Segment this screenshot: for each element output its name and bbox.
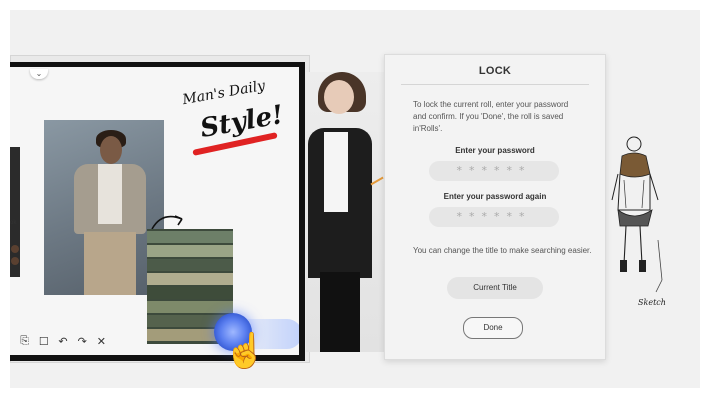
lock-dialog: LOCK To lock the current roll, enter you… [384,54,606,360]
thumbnail-dot [11,257,19,265]
man-head [100,136,122,164]
undo-icon[interactable]: ↶ [56,335,69,348]
pointing-hand-icon: ☝ [224,332,267,370]
password-confirm-field[interactable]: ****** [429,207,559,227]
redo-icon[interactable]: ↷ [76,335,89,348]
book-spine [147,287,233,299]
dialog-description: To lock the current roll, enter your pas… [413,100,569,133]
chevron-down-icon[interactable]: ⌄ [30,69,48,79]
man-shirt [98,164,122,224]
password-label: Enter your password [455,146,535,155]
title-note: You can change the title to make searchi… [413,246,592,255]
canvas-toolbar: ⎘ ☐ ↶ ↷ ✕ [14,332,108,350]
current-title-button[interactable]: Current Title [447,277,543,299]
close-icon[interactable]: ✕ [95,335,108,348]
woman-face [324,80,354,114]
fashion-sketch-illustration [611,136,663,293]
done-button[interactable]: Done [463,317,523,339]
woman-legs [320,272,360,352]
thumbnail-dot [11,245,19,253]
book-spine [147,273,233,285]
man-photo[interactable] [44,120,164,295]
clipboard-icon[interactable]: ⎘ [18,335,31,348]
strip-label: ok [10,220,17,226]
side-thumbnail-strip [10,147,20,277]
woman-photo [306,72,384,352]
dialog-divider [401,84,589,85]
select-icon[interactable]: ☐ [37,335,50,348]
book-spine [147,259,233,271]
dialog-title: LOCK [478,65,512,77]
man-pants [84,232,136,295]
book-spine [147,301,233,313]
whiteboard-canvas[interactable]: ⌄ ok Man's Daily Style! ⎘ ☐ ↶ ↷ ✕ [10,62,305,361]
sketch-signature: Sketch [638,298,666,307]
handwritten-note: Man's Daily Style! [178,78,288,161]
woman-top [324,132,348,212]
book-spine [147,245,233,257]
password-again-label: Enter your password again [443,192,547,201]
book-spine [147,231,233,243]
password-field[interactable]: ****** [429,161,559,181]
